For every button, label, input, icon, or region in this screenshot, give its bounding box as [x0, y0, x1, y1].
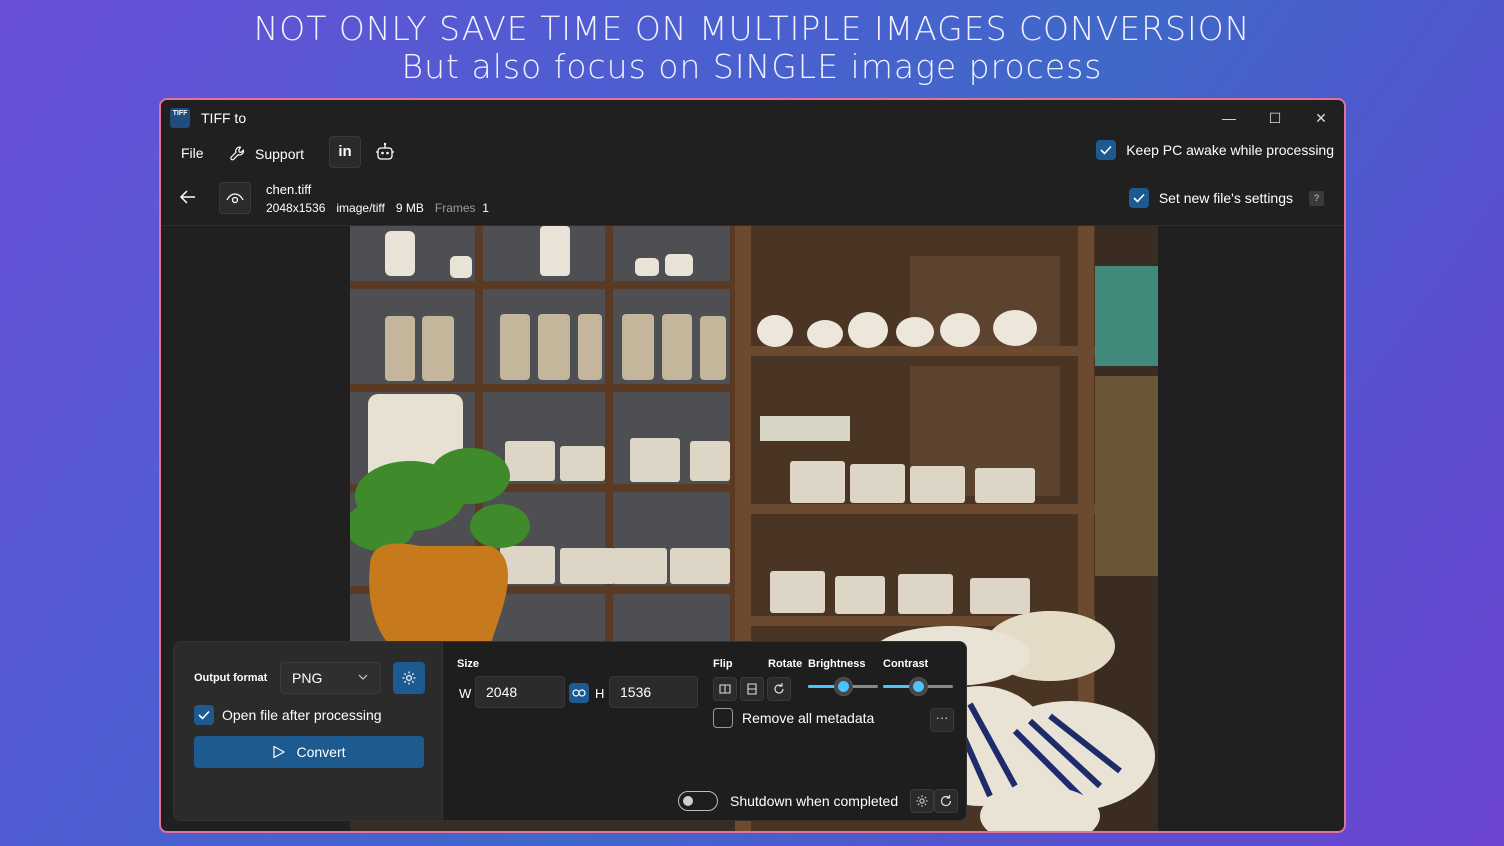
width-label: W — [459, 686, 472, 701]
file-mime: image/tiff — [336, 201, 385, 215]
linkedin-button[interactable]: in — [329, 136, 361, 168]
robot-icon[interactable] — [374, 141, 396, 163]
frames-label: Frames — [434, 201, 476, 215]
width-input[interactable]: 2048 — [475, 676, 565, 708]
aspect-lock-button[interactable] — [569, 683, 589, 703]
edit-panel: Size W 2048 H 1536 Flip Rotate Brightnes… — [443, 641, 967, 821]
remove-metadata-label: Remove all metadata — [742, 710, 875, 726]
help-badge[interactable]: ? — [1309, 190, 1324, 206]
checkmark-icon — [1133, 193, 1145, 203]
file-info-bar: chen.tiff 2048x1536 image/tiff 9 MB Fram… — [161, 172, 1344, 226]
file-meta: 2048x1536 image/tiff 9 MB Frames 1 — [266, 201, 489, 215]
convert-label: Convert — [296, 744, 346, 760]
contrast-slider[interactable] — [883, 676, 953, 696]
menu-support[interactable]: Support — [229, 142, 304, 166]
keep-awake-checkbox[interactable] — [1096, 140, 1117, 160]
reset-button[interactable] — [934, 789, 958, 813]
shutdown-settings-button[interactable] — [910, 789, 934, 813]
refresh-icon — [940, 795, 952, 807]
brightness-slider[interactable] — [808, 676, 878, 696]
gear-icon — [916, 795, 928, 807]
convert-button[interactable]: Convert — [194, 736, 424, 768]
minimize-button[interactable]: — — [1206, 104, 1252, 132]
output-format-value: PNG — [292, 670, 323, 686]
flip-horizontal-icon — [719, 684, 731, 694]
play-icon — [273, 745, 286, 759]
open-after-checkbox[interactable] — [194, 705, 214, 725]
headline-line-1: NOT ONLY SAVE TIME ON MULTIPLE IMAGES CO… — [253, 9, 1251, 48]
contrast-label: Contrast — [883, 658, 929, 670]
shutdown-label: Shutdown when completed — [730, 793, 899, 809]
app-logo-icon: TIFF — [170, 108, 190, 128]
preview-toggle-button[interactable] — [219, 182, 251, 214]
output-panel: Output format PNG Open file after proces… — [173, 641, 443, 821]
brightness-thumb[interactable] — [834, 677, 853, 696]
file-name: chen.tiff — [266, 182, 312, 197]
more-options-button[interactable]: ··· — [930, 708, 954, 732]
checkmark-icon — [198, 710, 210, 720]
gear-icon — [402, 671, 416, 685]
close-button[interactable]: ✕ — [1298, 104, 1344, 132]
menu-file[interactable]: File — [181, 145, 204, 161]
headline-line-2: But also focus on SINGLE image process — [401, 47, 1103, 86]
remove-metadata-option[interactable]: Remove all metadata — [713, 708, 874, 728]
new-file-settings-option[interactable]: Set new file's settings ? — [1128, 188, 1324, 208]
flip-vertical-icon — [747, 683, 757, 695]
open-after-label: Open file after processing — [222, 707, 382, 723]
brightness-label: Brightness — [808, 658, 866, 670]
back-arrow-icon[interactable] — [177, 186, 199, 208]
output-format-label: Output format — [194, 672, 268, 684]
output-format-select[interactable]: PNG — [280, 662, 381, 694]
rotate-button[interactable] — [767, 677, 791, 701]
size-label: Size — [457, 658, 480, 670]
maximize-button[interactable]: ☐ — [1252, 104, 1298, 132]
menu-bar: File Support in Keep PC awake while proc… — [161, 136, 1344, 172]
title-bar[interactable]: TIFF TIFF to — ☐ ✕ — [161, 100, 1344, 136]
chevron-down-icon — [358, 674, 368, 680]
remove-metadata-checkbox[interactable] — [713, 708, 733, 728]
app-title: TIFF to — [201, 110, 247, 126]
flip-vertical-button[interactable] — [740, 677, 764, 701]
file-size: 9 MB — [395, 201, 424, 215]
checkmark-icon — [1100, 145, 1112, 155]
height-input[interactable]: 1536 — [609, 676, 698, 708]
file-dimensions: 2048x1536 — [266, 201, 326, 215]
new-settings-checkbox[interactable] — [1128, 188, 1149, 208]
rotate-icon — [774, 683, 784, 694]
link-icon — [572, 689, 586, 697]
frames-value: 1 — [482, 201, 489, 215]
support-label: Support — [255, 146, 305, 162]
keep-awake-label: Keep PC awake while processing — [1126, 142, 1334, 158]
rotate-label: Rotate — [768, 658, 803, 670]
flip-horizontal-button[interactable] — [713, 677, 737, 701]
app-window: TIFF TIFF to — ☐ ✕ File Support in Keep … — [159, 98, 1346, 833]
shutdown-option[interactable]: Shutdown when completed — [678, 791, 898, 811]
contrast-thumb[interactable] — [909, 677, 928, 696]
promo-headline: NOT ONLY SAVE TIME ON MULTIPLE IMAGES CO… — [0, 10, 1504, 86]
open-after-option[interactable]: Open file after processing — [194, 705, 382, 725]
new-settings-label: Set new file's settings — [1158, 190, 1293, 206]
shutdown-toggle[interactable] — [678, 791, 718, 811]
format-settings-button[interactable] — [393, 662, 425, 694]
wrench-icon — [230, 146, 245, 161]
keep-awake-option[interactable]: Keep PC awake while processing — [1096, 140, 1334, 160]
eye-icon — [226, 193, 244, 204]
height-label: H — [595, 686, 605, 701]
flip-label: Flip — [713, 658, 733, 670]
